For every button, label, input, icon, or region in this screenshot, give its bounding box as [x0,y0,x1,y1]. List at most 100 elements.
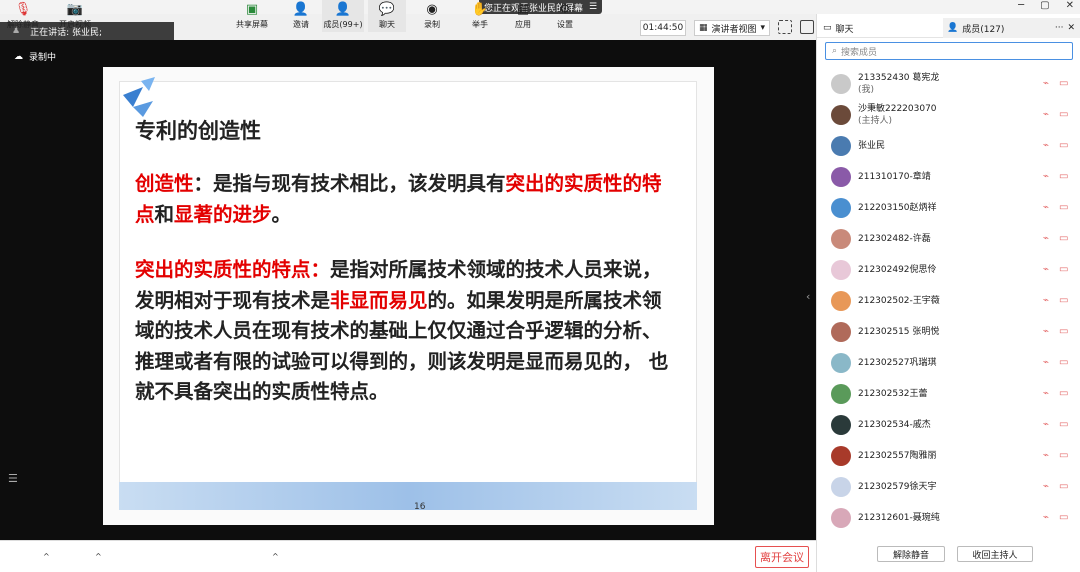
list-item[interactable]: 212302492倪思伶 ⌁ ▭ [817,254,1080,285]
menu-icon[interactable]: ☰ [589,2,597,12]
list-toggle-icon[interactable]: ☰ [8,472,18,485]
close-panel-icon[interactable]: ✕ [1067,23,1075,33]
avatar [831,73,851,94]
leave-meeting-button[interactable]: 离开会议 [755,546,809,568]
mic-muted-icon[interactable]: ⌁ [1043,388,1049,399]
add-person-icon: 👤 [292,2,310,17]
sidebar-toggle-icon[interactable] [800,20,814,34]
mic-muted-icon[interactable]: ⌁ [1043,326,1049,337]
list-item[interactable]: 212302534-戚杰 ⌁ ▭ [817,409,1080,440]
apps-button[interactable]: ▦ 应用 [509,0,537,32]
mic-muted-icon[interactable]: ⌁ [1043,171,1049,182]
list-item[interactable]: 212302527巩瑞琪 ⌁ ▭ [817,347,1080,378]
view-mode-dropdown[interactable]: ▦ 演讲者视图 ▾ [694,20,770,36]
members-button[interactable]: 👤 成员(99+) [322,0,364,32]
hand-icon: ✋ [471,2,489,17]
list-item[interactable]: 211310170-章靖 ⌁ ▭ [817,161,1080,192]
camera-off-icon[interactable]: ▭ [1059,357,1068,368]
mic-muted-icon[interactable]: ⌁ [1043,481,1049,492]
member-name: 212302527巩瑞琪 [858,357,937,369]
mic-muted-icon[interactable]: ⌁ [1043,233,1049,244]
share-options-caret[interactable]: ^ [272,552,279,561]
audio-options-caret[interactable]: ^ [43,552,50,561]
camera-off-icon[interactable]: ▭ [1059,388,1068,399]
member-name-text: 212302515 张明悦 [858,326,940,337]
list-item[interactable]: 212302557陶雅丽 ⌁ ▭ [817,440,1080,471]
mic-muted-icon[interactable]: ⌁ [1043,109,1049,120]
list-item[interactable]: 212302579徐天宇 ⌁ ▭ [817,471,1080,502]
list-item[interactable]: 212203150赵炳祥 ⌁ ▭ [817,192,1080,223]
camera-off-icon[interactable]: ▭ [1059,419,1068,430]
avatar [831,166,851,187]
camera-off-icon[interactable]: ▭ [1059,326,1068,337]
camera-off-icon[interactable]: ▭ [1059,171,1068,182]
settings-button[interactable]: ⚙ 设置 [551,0,579,32]
mic-muted-icon[interactable]: ⌁ [1043,512,1049,523]
slide-footer-band [119,482,697,510]
meeting-timer: 01:44:50 [640,20,686,36]
close-window-icon[interactable]: ✕ [1066,0,1074,14]
search-icon: ⌕ [832,46,838,56]
list-item[interactable]: 212302502-王宇薇 ⌁ ▭ [817,285,1080,316]
video-options-caret[interactable]: ^ [95,552,102,561]
camera-off-icon[interactable]: ▭ [1059,264,1068,275]
more-options-icon[interactable]: ··· [1055,23,1064,33]
mic-muted-icon[interactable]: ⌁ [1043,140,1049,151]
member-role: (主持人) [858,115,893,126]
mic-muted-icon[interactable]: ⌁ [1043,78,1049,89]
avatar [831,290,851,311]
chat-tab-icon: ▭ [823,23,832,33]
camera-off-icon[interactable]: ▭ [1059,140,1068,151]
minimize-icon[interactable]: ─ [1018,0,1024,14]
collapse-panel-icon[interactable]: ‹ [806,290,810,303]
tab-chat[interactable]: ▭ 聊天 [823,18,854,38]
unmute-all-button[interactable]: 解除静音 [877,546,945,562]
fullscreen-icon[interactable] [778,20,792,34]
mic-muted-icon[interactable]: ⌁ [1043,202,1049,213]
camera-off-icon[interactable]: ▭ [1059,109,1068,120]
member-name-text: 张业民 [858,140,886,151]
unmute-button[interactable]: 🎙 解除静音 [6,0,40,32]
camera-off-icon[interactable]: ▭ [1059,233,1068,244]
mic-muted-icon[interactable]: ⌁ [1043,450,1049,461]
camera-off-icon[interactable]: ▭ [1059,450,1068,461]
apps-grid-icon: ▦ [516,2,530,17]
camera-off-icon[interactable]: ▭ [1059,512,1068,523]
raise-hand-button[interactable]: ✋ 举手 [466,0,494,32]
restore-icon[interactable]: ▢ [1040,0,1049,14]
member-name-text: 212302502-王宇薇 [858,295,940,306]
mic-muted-icon[interactable]: ⌁ [1043,357,1049,368]
record-button[interactable]: ◉ 录制 [418,0,446,32]
invite-button[interactable]: 👤 邀请 [288,0,314,32]
avatar [831,228,851,249]
camera-off-icon[interactable]: ▭ [1059,202,1068,213]
camera-off-icon[interactable]: ▭ [1059,78,1068,89]
presentation-slide: 专利的创造性 创造性：是指与现有技术相比，该发明具有突出的实质性的特点和显著的进… [103,67,714,525]
camera-off-icon[interactable]: ▭ [1059,295,1068,306]
camera-off-icon[interactable]: ▭ [1059,481,1068,492]
reclaim-host-button[interactable]: 收回主持人 [957,546,1033,562]
recording-label: 录制中 [29,53,57,63]
mic-muted-icon[interactable]: ⌁ [1043,295,1049,306]
chat-button[interactable]: 💬 聊天 [368,0,406,32]
list-item[interactable]: 张业民 ⌁ ▭ [817,130,1080,161]
mic-muted-icon[interactable]: ⌁ [1043,419,1049,430]
grid-icon: ▦ [698,23,708,33]
list-item[interactable]: 212302482-许磊 ⌁ ▭ [817,223,1080,254]
list-item[interactable]: 212302515 张明悦 ⌁ ▭ [817,316,1080,347]
start-video-button[interactable]: 📷 开启视频 [58,0,92,32]
tab-members[interactable]: 👤 成员(127) ··· ✕ [943,18,1080,38]
list-item[interactable]: 212312601-聂琬纯 ⌁ ▭ [817,502,1080,533]
member-role: (我) [858,84,875,95]
list-item[interactable]: 212302532王蕾 ⌁ ▭ [817,378,1080,409]
list-item[interactable]: 213352430 葛宪龙 (我) ⌁ ▭ [817,68,1080,99]
member-name: 212302579徐天宇 [858,481,937,493]
member-name-text: 213352430 葛宪龙 [858,72,940,83]
screen-share-banner[interactable]: 您正在观看张业民的屏幕 ☰ [479,0,602,14]
window-controls: ─ ▢ ✕ [1018,0,1074,14]
share-screen-button[interactable]: ▣ 共享屏幕 [234,0,270,32]
member-search-input[interactable]: ⌕ 搜索成员 [825,42,1073,60]
list-item[interactable]: 沙秉敏222203070 (主持人) ⌁ ▭ [817,99,1080,130]
member-name: 213352430 葛宪龙 (我) [858,72,939,96]
mic-muted-icon[interactable]: ⌁ [1043,264,1049,275]
